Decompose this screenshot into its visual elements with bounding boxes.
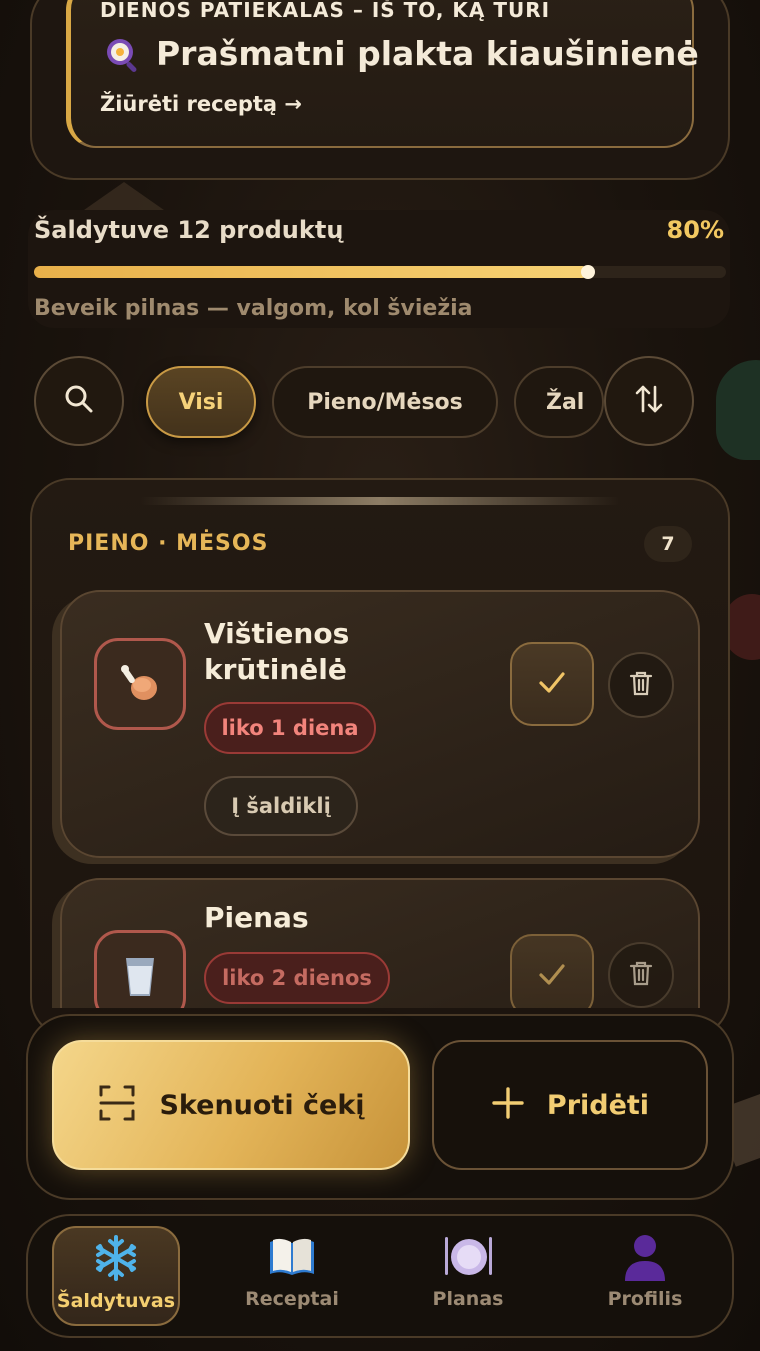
nav-label: Šaldytuvas <box>56 1290 176 1312</box>
check-icon <box>535 665 569 703</box>
nav-label: Profilis <box>607 1288 683 1310</box>
search-icon <box>62 382 96 420</box>
category-title: PIENO · MĖSOS <box>68 531 269 556</box>
nav-item-fridge[interactable]: Šaldytuvas <box>52 1226 180 1326</box>
fridge-percent: 80% <box>666 216 724 244</box>
person-icon <box>617 1230 673 1282</box>
nav-item-profile[interactable]: Profilis <box>590 1226 700 1326</box>
category-count-badge: 7 <box>644 526 692 562</box>
filter-chip-dairy-meat[interactable]: Pieno/Mėsos <box>272 366 498 438</box>
delete-button[interactable] <box>608 942 674 1008</box>
product-name-line2: krūtinėlė <box>204 653 347 686</box>
product-name-line1: Vištienos <box>204 617 350 650</box>
plus-icon <box>491 1086 525 1124</box>
fridge-progress-knob <box>581 265 595 279</box>
search-button[interactable] <box>34 356 124 446</box>
view-recipe-link[interactable]: Žiūrėti receptą → <box>100 92 302 116</box>
dish-of-day-kicker: DIENOS PATIEKALAS – IŠ TO, KĄ TURI <box>100 0 551 22</box>
fridge-count-label: Šaldytuve 12 produktų <box>34 216 344 244</box>
dish-of-day-card[interactable] <box>66 0 694 148</box>
add-product-label: Pridėti <box>546 1089 650 1121</box>
expiry-badge: liko 2 dienos <box>204 952 390 1004</box>
nav-label: Planas <box>432 1288 504 1310</box>
frying-pan-egg-icon <box>104 36 142 74</box>
product-card[interactable]: Pienas liko 2 dienos <box>60 878 700 1008</box>
product-card[interactable]: Vištienos krūtinėlė liko 1 diena Į šaldi… <box>60 590 700 858</box>
fridge-progress-fill <box>34 266 588 278</box>
scan-receipt-label: Skenuoti čekį <box>159 1089 365 1121</box>
expiry-badge: liko 1 diena <box>204 702 376 754</box>
panel-highlight <box>140 497 620 505</box>
card-pointer <box>84 182 164 210</box>
nav-item-plan[interactable]: Planas <box>414 1226 522 1326</box>
milk-glass-icon <box>94 930 186 1008</box>
snowflake-icon <box>88 1232 144 1284</box>
mark-used-button[interactable] <box>510 642 594 726</box>
chicken-leg-icon <box>94 638 186 730</box>
broccoli-decoration <box>716 360 760 460</box>
filter-chip-all[interactable]: Visi <box>146 366 256 438</box>
add-product-button[interactable]: Pridėti <box>432 1040 708 1170</box>
check-icon <box>535 957 569 995</box>
delete-button[interactable] <box>608 652 674 718</box>
fridge-status-note: Beveik pilnas — valgom, kol šviežia <box>34 296 473 321</box>
dish-of-day-title: Prašmatni plakta kiaušinienė <box>156 34 699 73</box>
fridge-progress-bar <box>34 265 726 279</box>
mark-used-button[interactable] <box>510 934 594 1008</box>
product-list[interactable]: Vištienos krūtinėlė liko 1 diena Į šaldi… <box>30 560 730 1008</box>
scan-receipt-button[interactable]: Skenuoti čekį <box>52 1040 410 1170</box>
book-icon <box>264 1230 320 1282</box>
filter-chip-greens[interactable]: Žal <box>514 366 604 438</box>
sort-icon <box>632 382 666 420</box>
product-name: Pienas <box>204 901 309 934</box>
product-name: Vištienos krūtinėlė <box>204 616 349 688</box>
nav-label: Receptai <box>245 1288 339 1310</box>
scan-icon <box>97 1083 137 1127</box>
plate-icon <box>440 1230 496 1282</box>
sort-button[interactable] <box>604 356 694 446</box>
trash-icon <box>626 958 656 992</box>
nav-item-recipes[interactable]: Receptai <box>234 1226 350 1326</box>
move-to-freezer-button[interactable]: Į šaldiklį <box>204 776 358 836</box>
trash-icon <box>626 668 656 702</box>
